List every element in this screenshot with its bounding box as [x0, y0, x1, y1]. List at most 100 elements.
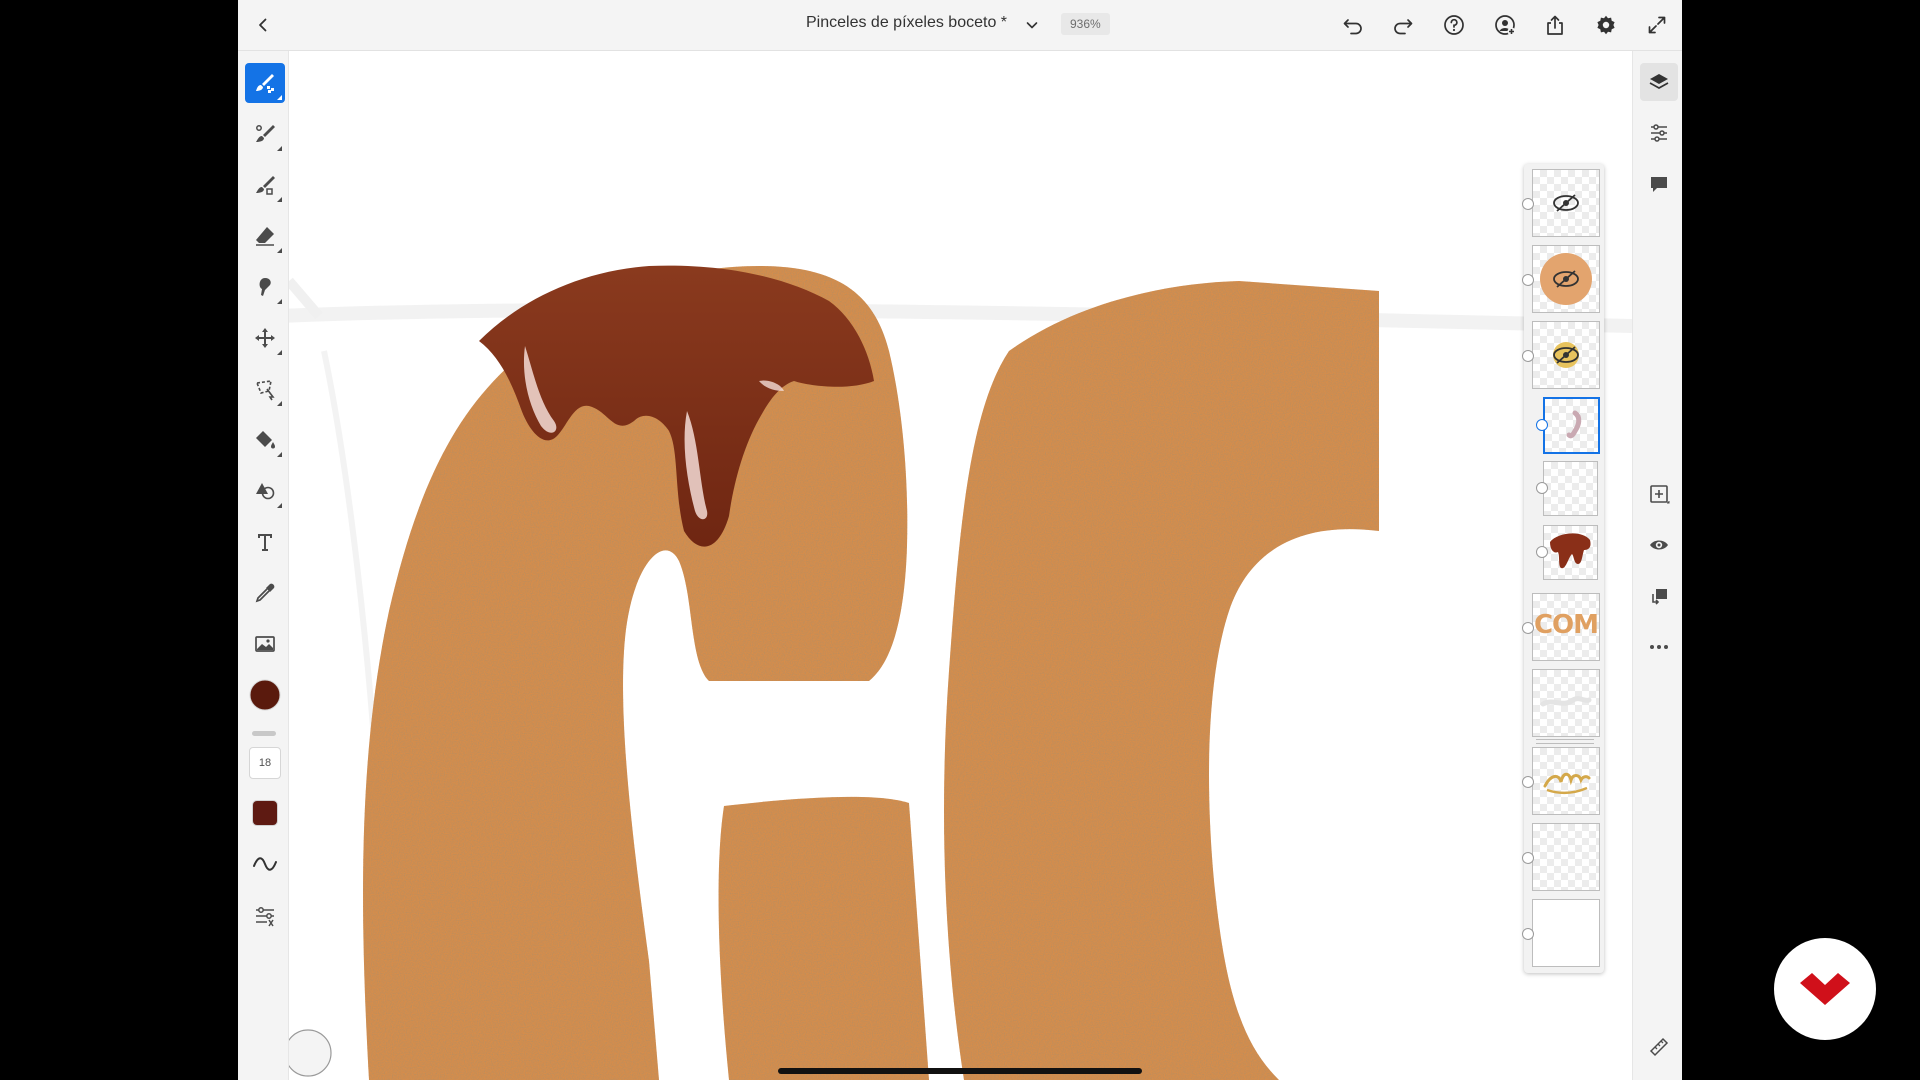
type-tool[interactable] — [245, 522, 285, 562]
fill-tool[interactable] — [245, 420, 285, 460]
layer-thumb-10[interactable] — [1532, 823, 1600, 891]
layer-group-divider — [1536, 739, 1594, 744]
drip-stroke-icon — [1566, 410, 1582, 439]
adjustments-icon — [1651, 124, 1667, 142]
invite-button[interactable] — [1490, 10, 1520, 40]
vector-brush-icon — [256, 176, 275, 195]
eye-hidden-icon — [1553, 342, 1579, 368]
zoom-level[interactable]: 936% — [1061, 13, 1110, 35]
settings-button[interactable] — [1591, 10, 1621, 40]
clip-layer-button[interactable] — [1640, 577, 1678, 615]
chevron-down-icon — [1026, 22, 1038, 29]
help-icon — [1444, 15, 1464, 35]
help-button[interactable] — [1439, 10, 1469, 40]
ellipsis-icon — [1650, 645, 1668, 649]
back-button[interactable] — [248, 10, 278, 40]
smudge-icon — [259, 278, 271, 296]
lasso-tool[interactable] — [245, 369, 285, 409]
color-circle-icon — [249, 679, 281, 711]
tools-panel: 18 — [238, 51, 289, 1080]
right-rail — [1632, 51, 1682, 1080]
wave-icon — [253, 857, 277, 871]
document-title[interactable]: Pinceles de píxeles boceto * — [806, 14, 1007, 32]
brand-logo-icon — [1800, 973, 1850, 1005]
comments-button[interactable] — [1640, 165, 1678, 203]
pixel-brush-icon — [256, 74, 274, 93]
layer-thumb-7[interactable]: COM — [1532, 593, 1600, 661]
sliders-icon — [256, 907, 274, 927]
layer-type-icon — [1522, 350, 1534, 362]
move-tool[interactable] — [245, 318, 285, 358]
place-image-tool[interactable] — [245, 624, 285, 664]
layer-thumb-8[interactable] — [1532, 669, 1600, 737]
home-indicator[interactable] — [778, 1068, 1142, 1074]
shapes-tool[interactable] — [245, 471, 285, 511]
brush-size-badge[interactable]: 18 — [249, 747, 281, 779]
layer-visibility-button[interactable] — [1640, 526, 1678, 564]
brush-icon — [256, 125, 275, 142]
fullscreen-button[interactable] — [1642, 10, 1672, 40]
artwork-canvas[interactable]: COM — [289, 51, 1632, 1080]
primary-color-swatch[interactable] — [245, 675, 285, 715]
smudge-tool[interactable] — [245, 267, 285, 307]
layer-type-icon — [1522, 622, 1534, 634]
layer-thumb-9[interactable] — [1532, 747, 1600, 815]
live-brush-tool[interactable] — [245, 114, 285, 154]
ruler-icon — [1649, 1037, 1669, 1057]
layer-thumb-4-selected[interactable] — [1543, 397, 1600, 454]
eye-icon — [1650, 540, 1668, 550]
type-icon — [258, 534, 272, 551]
move-icon — [255, 328, 275, 348]
top-bar: Pinceles de píxeles boceto * 936% — [238, 0, 1682, 51]
eye-hidden-icon — [1540, 253, 1592, 305]
eye-hidden-icon — [1553, 194, 1579, 212]
layers-button[interactable] — [1640, 63, 1678, 101]
brush-color-chip — [253, 801, 277, 825]
comment-icon — [1651, 177, 1667, 192]
layer-properties-button[interactable] — [1640, 114, 1678, 152]
gear-icon — [1597, 15, 1615, 35]
add-layer-icon — [1650, 485, 1670, 504]
layer-clip-icon — [1536, 419, 1548, 431]
layer-thumb-5[interactable] — [1543, 461, 1598, 516]
clipping-mask-icon — [1652, 589, 1667, 605]
layer-type-icon — [1522, 274, 1534, 286]
layer-type-icon — [1522, 928, 1534, 940]
shapes-icon — [256, 483, 275, 500]
share-icon — [1547, 15, 1563, 35]
chocolate-drip-icon — [1550, 533, 1591, 569]
share-button[interactable] — [1540, 10, 1570, 40]
layer-thumb-2[interactable] — [1532, 245, 1600, 313]
script-logo-icon — [1543, 772, 1591, 794]
eyedropper-icon — [255, 583, 275, 603]
stabilizer-button[interactable] — [245, 844, 285, 884]
layer-thumb-background[interactable] — [1532, 899, 1600, 967]
layer-thumb-1[interactable] — [1532, 169, 1600, 237]
redo-button[interactable] — [1388, 10, 1418, 40]
layer-type-icon — [1522, 198, 1534, 210]
eraser-tool[interactable] — [245, 216, 285, 256]
brush-size-slider-handle[interactable] — [252, 731, 276, 736]
artwork-illustration — [289, 265, 1632, 1080]
eyedropper-tool[interactable] — [245, 573, 285, 613]
layers-icon — [1649, 74, 1669, 89]
brush-color-swatch[interactable] — [245, 793, 285, 833]
faint-text-icon — [1540, 696, 1592, 707]
ruler-button[interactable] — [1640, 1028, 1678, 1066]
pixel-brush-tool[interactable] — [245, 63, 285, 103]
layer-thumb-6[interactable] — [1543, 525, 1598, 580]
image-icon — [255, 636, 275, 652]
paint-bucket-icon — [256, 431, 275, 449]
undo-button[interactable] — [1338, 10, 1368, 40]
add-layer-button[interactable] — [1640, 475, 1678, 513]
expand-icon — [1648, 16, 1666, 34]
document-menu-button[interactable] — [1017, 10, 1047, 40]
layer-clip-icon — [1536, 546, 1548, 558]
vector-brush-tool[interactable] — [245, 165, 285, 205]
redo-icon — [1394, 19, 1413, 35]
layers-panel: COM — [1522, 164, 1604, 973]
brush-settings-button[interactable] — [245, 896, 285, 936]
eraser-icon — [256, 227, 274, 246]
layer-thumb-3[interactable] — [1532, 321, 1600, 389]
more-options-button[interactable] — [1640, 628, 1678, 666]
